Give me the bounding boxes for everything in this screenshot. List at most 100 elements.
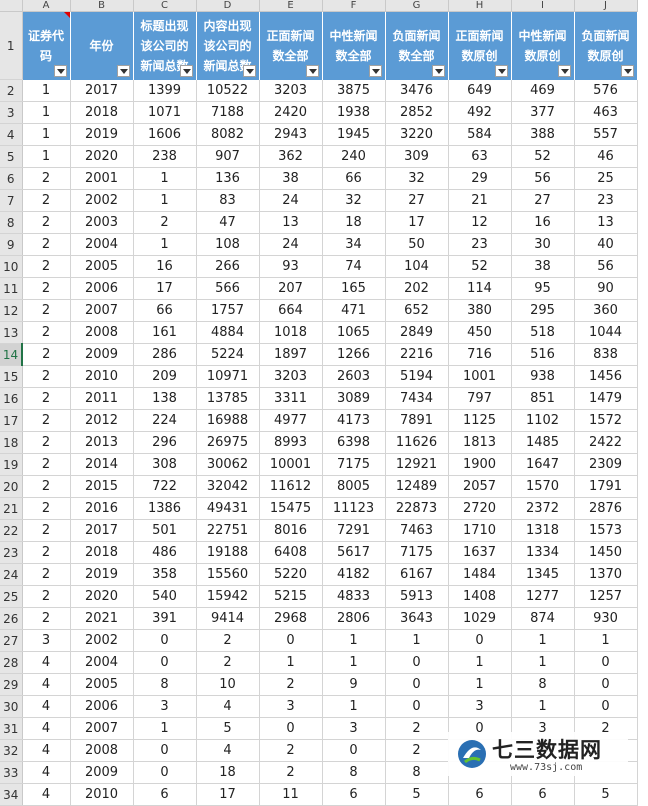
table-cell[interactable]: 7175 [385,541,449,564]
table-cell[interactable]: 0 [322,739,386,762]
table-cell[interactable]: 4 [22,695,71,718]
table-cell[interactable]: 19188 [196,541,260,564]
table-cell[interactable]: 2943 [259,123,323,146]
table-cell[interactable]: 1 [511,695,575,718]
table-cell[interactable]: 516 [511,343,575,366]
table-cell[interactable]: 2 [133,211,197,234]
table-cell[interactable]: 50 [385,233,449,256]
table-cell[interactable]: 18 [196,761,260,784]
column-header-j[interactable]: J [574,0,638,12]
table-cell[interactable]: 2 [22,409,71,432]
row-number[interactable]: 12 [0,299,23,322]
table-cell[interactable]: 27 [385,189,449,212]
table-cell[interactable]: 1 [133,167,197,190]
header-cell[interactable]: 标题出现 该公司的 新闻总数 [133,11,197,80]
row-number[interactable]: 26 [0,607,23,630]
table-cell[interactable]: 716 [448,343,512,366]
table-cell[interactable]: 308 [133,453,197,476]
table-cell[interactable]: 1277 [511,585,575,608]
table-cell[interactable]: 2008 [70,321,134,344]
table-cell[interactable]: 286 [133,343,197,366]
table-cell[interactable]: 74 [322,255,386,278]
table-cell[interactable]: 23 [448,233,512,256]
row-number[interactable]: 13 [0,321,23,344]
table-cell[interactable]: 32 [322,189,386,212]
row-number[interactable]: 34 [0,783,23,806]
table-cell[interactable]: 0 [574,673,638,696]
table-cell[interactable]: 1 [259,651,323,674]
table-cell[interactable]: 0 [133,629,197,652]
table-cell[interactable]: 202 [385,277,449,300]
table-cell[interactable]: 8005 [322,475,386,498]
table-cell[interactable]: 52 [448,255,512,278]
table-cell[interactable]: 2 [22,233,71,256]
table-cell[interactable]: 83 [196,189,260,212]
table-cell[interactable]: 1 [22,145,71,168]
table-cell[interactable]: 1102 [511,409,575,432]
table-cell[interactable]: 4884 [196,321,260,344]
row-number[interactable]: 29 [0,673,23,696]
table-cell[interactable]: 2013 [70,431,134,454]
table-cell[interactable]: 0 [133,739,197,762]
table-cell[interactable]: 2 [22,211,71,234]
table-cell[interactable]: 0 [133,651,197,674]
table-cell[interactable]: 2852 [385,101,449,124]
table-cell[interactable]: 0 [385,695,449,718]
table-cell[interactable]: 4 [22,783,71,806]
table-cell[interactable]: 2002 [70,629,134,652]
table-cell[interactable]: 3089 [322,387,386,410]
row-number[interactable]: 14 [0,343,23,366]
table-cell[interactable]: 1018 [259,321,323,344]
table-cell[interactable]: 95 [511,277,575,300]
table-cell[interactable]: 1 [133,189,197,212]
row-number[interactable]: 28 [0,651,23,674]
table-cell[interactable]: 2007 [70,717,134,740]
table-cell[interactable]: 2018 [70,101,134,124]
filter-dropdown-icon[interactable] [368,64,382,77]
table-cell[interactable]: 2806 [322,607,386,630]
table-cell[interactable]: 8 [133,673,197,696]
table-cell[interactable]: 11612 [259,475,323,498]
table-cell[interactable]: 10971 [196,365,260,388]
table-cell[interactable]: 104 [385,255,449,278]
header-cell[interactable]: 年份 [70,11,134,80]
table-cell[interactable]: 30 [511,233,575,256]
row-number[interactable]: 23 [0,541,23,564]
table-cell[interactable]: 2002 [70,189,134,212]
table-cell[interactable]: 1570 [511,475,575,498]
table-cell[interactable]: 377 [511,101,575,124]
table-cell[interactable]: 3 [259,695,323,718]
header-cell[interactable]: 中性新闻 数原创 [511,11,575,80]
table-cell[interactable]: 5215 [259,585,323,608]
table-cell[interactable]: 2 [22,475,71,498]
table-cell[interactable]: 108 [196,233,260,256]
table-cell[interactable]: 3 [22,629,71,652]
table-cell[interactable]: 32042 [196,475,260,498]
table-cell[interactable]: 56 [574,255,638,278]
table-cell[interactable]: 207 [259,277,323,300]
row-number[interactable]: 4 [0,123,23,146]
table-cell[interactable]: 63 [448,145,512,168]
table-cell[interactable]: 32 [385,167,449,190]
table-cell[interactable]: 295 [511,299,575,322]
table-cell[interactable]: 1813 [448,431,512,454]
table-cell[interactable]: 52 [511,145,575,168]
table-cell[interactable]: 38 [511,255,575,278]
table-cell[interactable]: 0 [133,761,197,784]
table-cell[interactable]: 296 [133,431,197,454]
table-cell[interactable]: 3311 [259,387,323,410]
table-cell[interactable]: 13785 [196,387,260,410]
table-cell[interactable]: 1 [511,651,575,674]
table-cell[interactable]: 486 [133,541,197,564]
table-cell[interactable]: 3875 [322,79,386,102]
table-cell[interactable]: 362 [259,145,323,168]
table-cell[interactable]: 7188 [196,101,260,124]
table-cell[interactable]: 114 [448,277,512,300]
table-cell[interactable]: 2 [22,189,71,212]
table-cell[interactable]: 1065 [322,321,386,344]
table-cell[interactable]: 309 [385,145,449,168]
table-cell[interactable]: 1334 [511,541,575,564]
table-cell[interactable]: 1 [448,651,512,674]
table-cell[interactable]: 5 [385,783,449,806]
header-cell[interactable]: 内容出现 该公司的 新闻总数 [196,11,260,80]
